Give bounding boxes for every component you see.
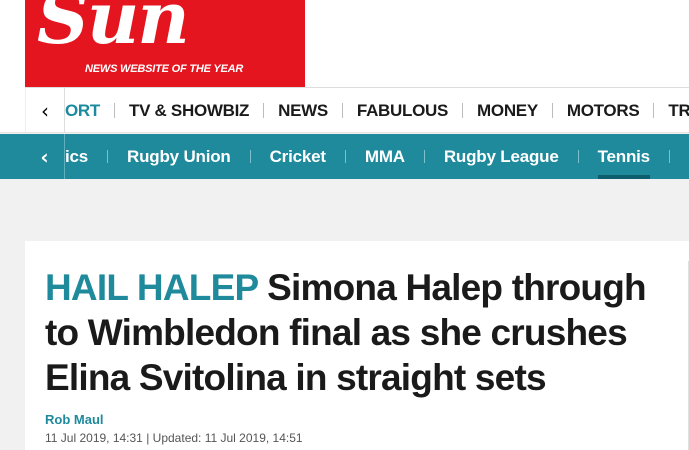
logo-tagline: NEWS WEBSITE OF THE YEAR [85,63,244,75]
updated-date: Updated: 11 Jul 2019, 14:51 [152,431,303,445]
sub-nav-item-athletics[interactable]: ics [65,134,107,179]
nav-item-fabulous[interactable]: FABULOUS [343,101,462,121]
main-nav-scroll-left-button[interactable]: ‹ [25,88,65,132]
sub-nav-item-rugby-league[interactable]: Rugby League [425,134,578,179]
page: Sun NEWS WEBSITE OF THE YEAR ‹ ORT TV & … [0,0,689,450]
headline-kicker: HAIL HALEP [45,267,258,308]
sub-nav-item-rugby-union[interactable]: Rugby Union [108,134,250,179]
nav-item-sport[interactable]: ORT [65,101,114,121]
nav-item-motors[interactable]: MOTORS [553,101,654,121]
nav-item-travel[interactable]: TRAVEL [654,101,689,121]
sub-nav-separator [668,150,670,163]
chevron-left-icon: ‹ [41,98,49,123]
sub-nav-items: ics Rugby Union Cricket MMA Rugby League… [65,134,670,179]
sub-nav-scroll-left-button[interactable]: ‹ [25,134,65,179]
main-nav: ‹ ORT TV & SHOWBIZ NEWS FABULOUS MONEY M… [0,88,689,133]
date-separator: | [146,431,150,445]
article-header: HAIL HALEP Simona Halep through to Wimbl… [25,241,689,450]
nav-item-news[interactable]: NEWS [264,101,342,121]
article-headline: HAIL HALEP Simona Halep through to Wimbl… [45,265,665,400]
masthead: Sun NEWS WEBSITE OF THE YEAR [0,0,689,88]
chevron-left-icon: ‹ [40,144,49,169]
sport-sub-nav: ‹ ics Rugby Union Cricket MMA Rugby Leag… [0,134,689,179]
nav-item-money[interactable]: MONEY [463,101,552,121]
the-sun-logo[interactable]: Sun NEWS WEBSITE OF THE YEAR [25,0,305,87]
sub-nav-item-tennis[interactable]: Tennis [579,134,669,179]
sub-nav-item-cricket[interactable]: Cricket [251,134,345,179]
author-link[interactable]: Rob Maul [45,412,104,427]
main-nav-items: ORT TV & SHOWBIZ NEWS FABULOUS MONEY MOT… [65,88,689,132]
article-timestamps: 11 Jul 2019, 14:31 | Updated: 11 Jul 201… [45,431,303,445]
logo-wordmark: Sun [37,0,190,60]
nav-item-tv-showbiz[interactable]: TV & SHOWBIZ [115,101,263,121]
sub-nav-item-mma[interactable]: MMA [346,134,424,179]
published-date: 11 Jul 2019, 14:31 [45,431,143,445]
